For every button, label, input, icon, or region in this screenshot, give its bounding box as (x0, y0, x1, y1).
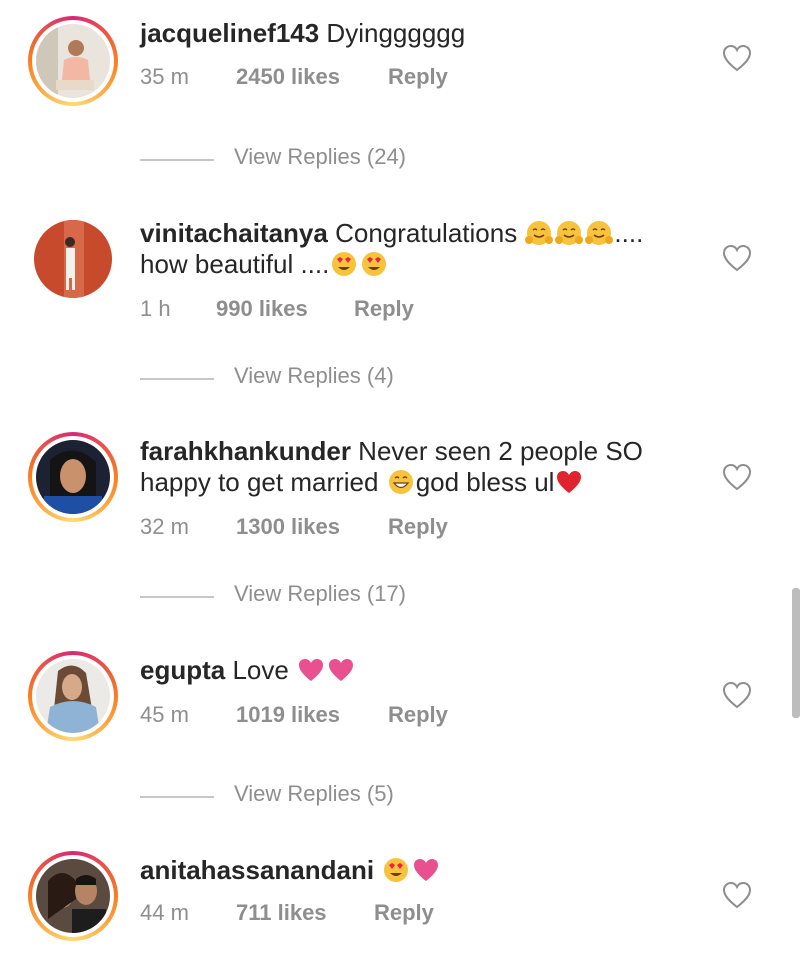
comment-time: 1 h (140, 296, 171, 321)
comment-time: 44 m (140, 900, 189, 925)
heart-outline-icon[interactable] (722, 463, 752, 491)
heart-eyes-emoji (332, 252, 357, 276)
comment-text: farahkhankunder Never seen 2 people SO h… (140, 436, 700, 498)
pink-heart-emoji (299, 659, 324, 681)
comment-likes[interactable]: 1300 likes (236, 514, 340, 540)
comment-body-line2: how beautiful .... (140, 249, 330, 279)
comment-likes[interactable]: 990 likes (216, 296, 308, 322)
comment-username[interactable]: jacquelinef143 (140, 18, 319, 48)
comment-likes[interactable]: 711 likes (236, 900, 327, 926)
avatar[interactable] (28, 16, 118, 106)
reply-button[interactable]: Reply (354, 296, 414, 322)
avatar[interactable] (28, 214, 118, 304)
comment-username[interactable]: egupta (140, 655, 225, 685)
comment-likes[interactable]: 2450 likes (236, 64, 340, 90)
scrollbar-thumb[interactable] (792, 588, 800, 718)
heart-outline-icon[interactable] (722, 44, 752, 72)
comment-username[interactable]: anitahassanandani (140, 855, 374, 885)
comment-text: anitahassanandani (140, 855, 700, 886)
avatar[interactable] (28, 651, 118, 741)
reply-button[interactable]: Reply (388, 702, 448, 728)
comment-body: Dyingggggg (319, 18, 466, 48)
hugging-face-emoji (525, 221, 554, 245)
hugging-face-emoji (585, 221, 614, 245)
replies-divider (140, 378, 214, 380)
view-replies-label: View Replies (4) (234, 363, 394, 388)
reply-button[interactable]: Reply (388, 64, 448, 90)
reply-button[interactable]: Reply (388, 514, 448, 540)
red-heart-emoji (557, 471, 582, 493)
comment-text: egupta Love (140, 655, 700, 686)
avatar[interactable] (28, 851, 118, 941)
comment-likes[interactable]: 1019 likes (236, 702, 340, 728)
comment-body: Never seen 2 people SO (350, 436, 643, 466)
replies-divider (140, 159, 214, 161)
reply-button[interactable]: Reply (374, 900, 434, 926)
heart-outline-icon[interactable] (722, 881, 752, 909)
avatar[interactable] (28, 432, 118, 522)
heart-eyes-emoji (362, 252, 387, 276)
replies-divider (140, 796, 214, 798)
comment-text: vinitachaitanya Congratulations .... how… (140, 218, 700, 280)
view-replies-label: View Replies (5) (234, 781, 394, 806)
comment-username[interactable]: farahkhankunder (140, 436, 351, 466)
comment-body-line2: happy to get married (140, 467, 386, 497)
comment-body: Love (225, 655, 297, 685)
heart-outline-icon[interactable] (722, 681, 752, 709)
hugging-face-emoji (555, 221, 584, 245)
heart-outline-icon[interactable] (722, 244, 752, 272)
comment-time: 35 m (140, 64, 189, 89)
comment-body-suffix: .... (614, 218, 644, 248)
comment-text: jacquelinef143 Dyingggggg (140, 18, 700, 49)
comment-body: Congratulations (327, 218, 525, 248)
replies-divider (140, 596, 214, 598)
comment-username[interactable]: vinitachaitanya (140, 218, 328, 248)
comment-time: 45 m (140, 702, 189, 727)
comment-time: 32 m (140, 514, 189, 539)
grinning-face-emoji (388, 470, 413, 494)
heart-eyes-emoji (384, 858, 409, 882)
pink-heart-emoji (329, 659, 354, 681)
pink-heart-emoji (414, 859, 439, 881)
comment-body-suffix: god bless ul (415, 467, 555, 497)
view-replies-label: View Replies (17) (234, 581, 407, 606)
comment-body (374, 855, 381, 885)
view-replies-label: View Replies (24) (234, 144, 407, 169)
